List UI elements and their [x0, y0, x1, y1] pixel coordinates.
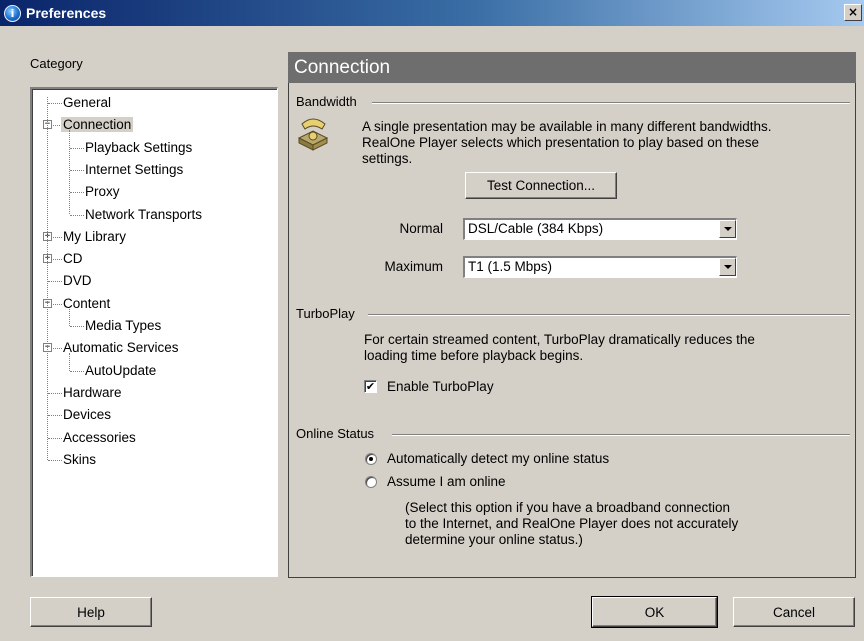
- tree-child-connector: [69, 130, 70, 215]
- cancel-button[interactable]: Cancel: [733, 597, 855, 627]
- turboplay-description-line1: For certain streamed content, TurboPlay …: [364, 332, 755, 347]
- tree-item-label: Accessories: [63, 429, 136, 445]
- bandwidth-group-title: Bandwidth: [296, 94, 362, 109]
- maximum-bandwidth-select[interactable]: T1 (1.5 Mbps): [463, 256, 737, 278]
- maximum-bandwidth-label: Maximum: [384, 259, 443, 274]
- tree-connector: [70, 192, 84, 194]
- assume-online-label[interactable]: Assume I am online: [387, 474, 506, 489]
- tree-item-label: Hardware: [63, 384, 122, 400]
- close-button[interactable]: ×: [844, 4, 862, 21]
- title-bar: i Preferences ×: [0, 0, 864, 26]
- chevron-down-icon[interactable]: [719, 258, 736, 276]
- tree-item-label: Media Types: [85, 318, 162, 333]
- chevron-down-icon[interactable]: [719, 220, 736, 238]
- online-status-group-title: Online Status: [296, 426, 380, 441]
- tree-item[interactable]: Hardware: [61, 383, 124, 403]
- tree-child-connector: [69, 308, 70, 326]
- bandwidth-description-line1: A single presentation may be available i…: [362, 119, 772, 134]
- tree-connector: [70, 370, 84, 372]
- checkmark-icon: ✔: [365, 380, 376, 393]
- enable-turboplay-checkbox[interactable]: ✔: [364, 380, 377, 393]
- tree-item[interactable]: Internet Settings: [83, 160, 185, 180]
- tree-connector: [70, 169, 84, 171]
- tree-item-label: Internet Settings: [85, 161, 184, 177]
- tree-item-label: Network Transports: [85, 206, 203, 222]
- help-button[interactable]: Help: [30, 597, 152, 627]
- tree-item-label: CD: [63, 251, 83, 267]
- tree-item[interactable]: AutoUpdate: [83, 361, 158, 381]
- tree-connector: [48, 103, 62, 104]
- category-tree[interactable]: General − Connection Playback Settings Inter…: [30, 87, 278, 577]
- tree-item[interactable]: My Library: [61, 227, 128, 247]
- tree-item[interactable]: DVD: [61, 271, 94, 291]
- tree-item-label: Proxy: [85, 184, 120, 200]
- tree-item-label: My Library: [63, 228, 127, 244]
- tree-item-label: General: [63, 95, 112, 110]
- tree-item[interactable]: Skins: [61, 450, 98, 470]
- tree-connector: [70, 326, 84, 327]
- telephone-icon: [297, 118, 329, 151]
- tree-item[interactable]: Playback Settings: [83, 138, 194, 158]
- auto-detect-label[interactable]: Automatically detect my online status: [387, 451, 609, 466]
- bandwidth-description-line3: settings.: [362, 151, 413, 166]
- tree-item[interactable]: CD: [61, 249, 85, 269]
- assume-online-radio[interactable]: [365, 476, 377, 488]
- bandwidth-group-divider: [372, 102, 850, 104]
- tree-connector: [70, 214, 84, 216]
- tree-child-connector: [69, 353, 70, 371]
- page-title: Connection: [288, 52, 856, 83]
- tree-connector: [48, 281, 62, 283]
- window-title: Preferences: [26, 5, 107, 21]
- close-icon: ×: [847, 5, 859, 19]
- turboplay-description-line2: loading time before playback begins.: [364, 348, 584, 363]
- tree-item-label: Skins: [63, 451, 97, 467]
- tree-item[interactable]: Devices: [61, 405, 113, 425]
- tree-connector: [70, 147, 84, 149]
- turboplay-group-title: TurboPlay: [296, 306, 360, 321]
- tree-item[interactable]: Automatic Services: [61, 338, 181, 358]
- normal-bandwidth-label: Normal: [399, 221, 443, 236]
- tree-item[interactable]: Media Types: [83, 316, 163, 336]
- normal-bandwidth-value: DSL/Cable (384 Kbps): [468, 221, 604, 236]
- category-label: Category: [30, 56, 83, 71]
- tree-item-label: Playback Settings: [85, 139, 193, 155]
- ok-button[interactable]: OK: [591, 596, 718, 628]
- tree-connector: [48, 392, 62, 394]
- tree-item-label: DVD: [63, 273, 92, 289]
- tree-connector: [48, 459, 62, 461]
- tree-item[interactable]: Connection: [61, 115, 134, 135]
- tree-item[interactable]: Proxy: [83, 182, 122, 202]
- online-note-line1: (Select this option if you have a broadb…: [405, 500, 730, 515]
- test-connection-button[interactable]: Test Connection...: [465, 172, 617, 199]
- tree-connector: [48, 437, 62, 439]
- tree-item-label: Automatic Services: [63, 340, 179, 356]
- enable-turboplay-label[interactable]: Enable TurboPlay: [387, 379, 494, 394]
- tree-item[interactable]: Accessories: [61, 428, 138, 448]
- online-note-line3: determine your online status.): [405, 532, 583, 547]
- tree-item[interactable]: Network Transports: [83, 205, 204, 225]
- app-info-icon: i: [4, 4, 21, 22]
- tree-item[interactable]: General: [61, 93, 113, 113]
- turboplay-group-divider: [368, 314, 850, 316]
- tree-item-label: AutoUpdate: [85, 362, 157, 378]
- auto-detect-radio[interactable]: [365, 453, 377, 465]
- tree-item-label: Devices: [63, 407, 112, 423]
- tree-connector: [48, 415, 62, 417]
- online-note-line2: to the Internet, and RealOne Player does…: [405, 516, 739, 531]
- tree-item-label: Connection: [61, 117, 134, 133]
- normal-bandwidth-select[interactable]: DSL/Cable (384 Kbps): [463, 218, 737, 240]
- bandwidth-description-line2: RealOne Player selects which presentatio…: [362, 135, 759, 150]
- tree-root-connector: [47, 97, 48, 460]
- online-status-group-divider: [392, 434, 850, 436]
- maximum-bandwidth-value: T1 (1.5 Mbps): [468, 259, 553, 274]
